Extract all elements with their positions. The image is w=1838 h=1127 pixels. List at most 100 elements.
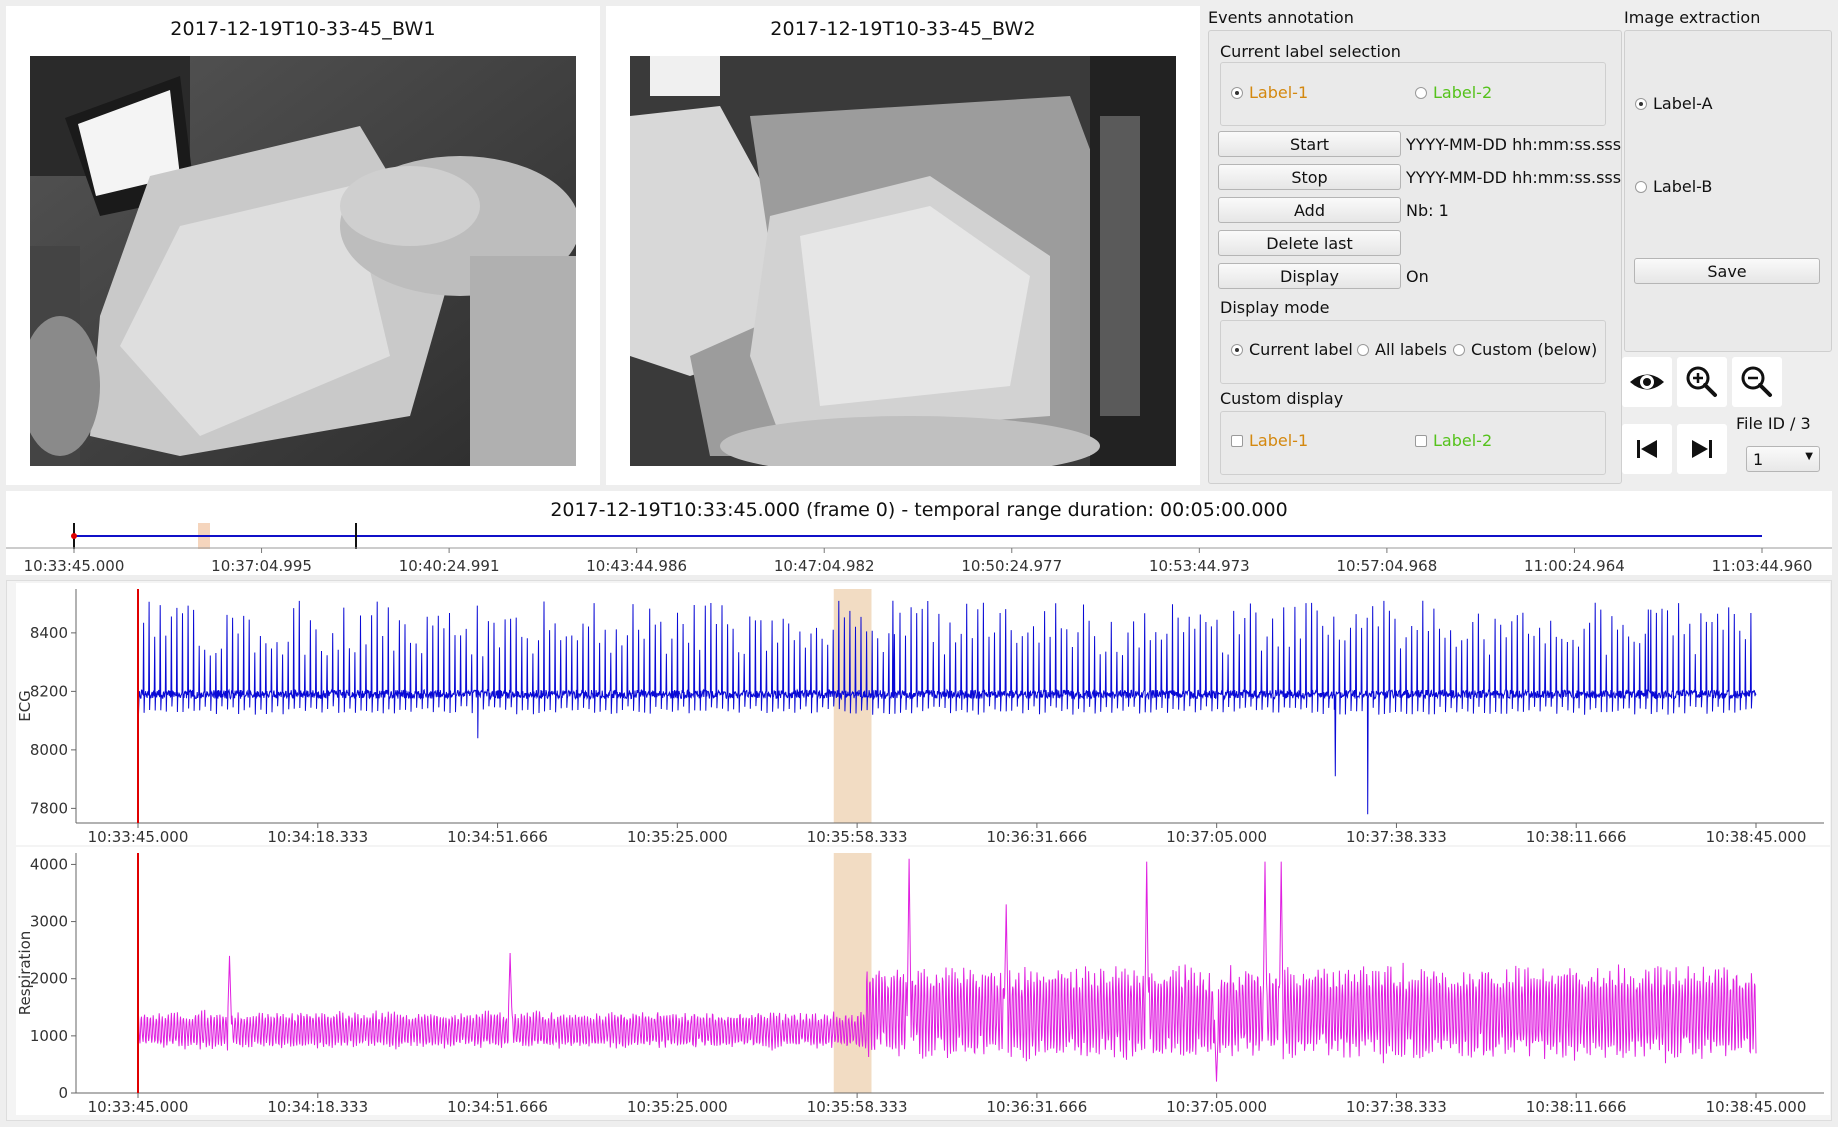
radio-label-2[interactable] <box>1415 87 1427 99</box>
y-tick-label: 8400 <box>30 624 68 642</box>
x-tick-label: 10:35:58.333 <box>807 828 908 845</box>
video-panel-bw1: 2017-12-19T10-33-45_BW1 <box>6 6 600 485</box>
x-tick-label: 10:36:31.666 <box>986 1098 1087 1115</box>
x-tick-label: 10:35:58.333 <box>807 1098 908 1115</box>
y-tick-label: 3000 <box>30 913 68 931</box>
file-id-value: 1 <box>1753 450 1764 469</box>
display-state: On <box>1406 267 1429 286</box>
display-mode-title: Display mode <box>1220 298 1330 317</box>
y-tick-label: 1000 <box>30 1027 68 1045</box>
delete-last-button[interactable]: Delete last <box>1218 230 1401 256</box>
stop-value: YYYY-MM-DD hh:mm:ss.sss <box>1406 168 1622 187</box>
chart-background <box>16 583 1830 845</box>
file-id-select[interactable]: 1 ▼ <box>1746 446 1820 472</box>
skip-forward-button[interactable] <box>1677 424 1727 474</box>
timeline-tick-label: 10:33:45.000 <box>24 557 125 575</box>
camera-image-bw1 <box>30 56 576 466</box>
x-tick-label: 10:34:51.666 <box>447 1098 548 1115</box>
radio-label-b-text: Label-B <box>1653 177 1713 196</box>
display-button[interactable]: Display <box>1218 263 1401 289</box>
skip-back-icon <box>1637 440 1657 458</box>
timeline-cursor[interactable] <box>71 533 77 539</box>
x-tick-label: 10:35:25.000 <box>627 828 728 845</box>
x-tick-label: 10:38:45.000 <box>1706 1098 1807 1115</box>
chevron-down-icon: ▼ <box>1805 451 1813 462</box>
timeline-tick-label: 10:57:04.968 <box>1336 557 1437 575</box>
timeline-tick-label: 11:00:24.964 <box>1524 557 1625 575</box>
camera-frame-bw1 <box>30 56 576 466</box>
radio-custom[interactable] <box>1453 344 1465 356</box>
y-axis-label: ECG <box>16 690 34 722</box>
radio-current-label-text: Current label <box>1249 340 1353 359</box>
y-axis-label: Respiration <box>16 931 34 1016</box>
x-tick-label: 10:33:45.000 <box>88 1098 189 1115</box>
x-tick-label: 10:37:05.000 <box>1166 828 1267 845</box>
custom-display-title: Custom display <box>1220 389 1344 408</box>
checkbox-label-2[interactable] <box>1415 435 1427 447</box>
file-id-label: File ID / 3 <box>1736 414 1811 433</box>
y-tick-label: 0 <box>58 1084 68 1102</box>
radio-current-label[interactable] <box>1231 344 1243 356</box>
timeline-tick-label: 10:50:24.977 <box>961 557 1062 575</box>
camera-image-bw2 <box>630 56 1176 466</box>
camera-frame-bw2 <box>630 56 1176 466</box>
x-tick-label: 10:36:31.666 <box>986 828 1087 845</box>
checkbox-label-1-text: Label-1 <box>1249 431 1309 450</box>
x-tick-label: 10:37:05.000 <box>1166 1098 1267 1115</box>
radio-all-labels-text: All labels <box>1375 340 1447 359</box>
save-button[interactable]: Save <box>1634 258 1820 284</box>
zoom-in-button[interactable] <box>1677 357 1727 407</box>
radio-label-b[interactable] <box>1635 181 1647 193</box>
video-title-bw1: 2017-12-19T10-33-45_BW1 <box>170 18 436 40</box>
x-tick-label: 10:38:11.666 <box>1526 1098 1627 1115</box>
x-tick-label: 10:34:51.666 <box>447 828 548 845</box>
x-tick-label: 10:35:25.000 <box>627 1098 728 1115</box>
x-tick-label: 10:38:45.000 <box>1706 828 1807 845</box>
y-tick-label: 8000 <box>30 741 68 759</box>
radio-label-2-text: Label-2 <box>1433 83 1493 102</box>
image-extraction-title: Image extraction <box>1624 8 1761 27</box>
ecg-chart[interactable]: 7800 8000 8200 8400 10:33:45.000 10:34:18.333… <box>16 583 1830 845</box>
eye-button[interactable] <box>1622 357 1672 407</box>
start-value: YYYY-MM-DD hh:mm:ss.sss <box>1406 135 1622 154</box>
x-tick-label: 10:34:18.333 <box>267 828 368 845</box>
add-button[interactable]: Add <box>1218 197 1401 223</box>
radio-label-1-text: Label-1 <box>1249 83 1309 102</box>
stop-button[interactable]: Stop <box>1218 164 1401 190</box>
timeline-tick-label: 10:53:44.973 <box>1149 557 1250 575</box>
respiration-chart[interactable]: 0 1000 2000 3000 4000 10:33:45.000 10:34:18.33… <box>16 847 1830 1115</box>
zoom-out-button[interactable] <box>1732 357 1782 407</box>
x-tick-label: 10:37:38.333 <box>1346 1098 1447 1115</box>
x-tick-label: 10:33:45.000 <box>88 828 189 845</box>
start-button[interactable]: Start <box>1218 131 1401 157</box>
timeline-tick-label: 10:40:24.991 <box>399 557 500 575</box>
zoom-in-icon <box>1686 366 1717 397</box>
radio-custom-text: Custom (below) <box>1471 340 1598 359</box>
y-tick-label: 4000 <box>30 855 68 873</box>
checkbox-label-1[interactable] <box>1231 435 1243 447</box>
timeline-panel: 2017-12-19T10:33:45.000 (frame 0) - temp… <box>6 491 1832 575</box>
radio-label-1[interactable] <box>1231 87 1243 99</box>
x-tick-label: 10:37:38.333 <box>1346 828 1447 845</box>
timeline-tick-label: 11:03:44.960 <box>1712 557 1813 575</box>
timeline-slider[interactable]: 10:33:45.000 10:37:04.995 10:40:24.991 10:4… <box>6 491 1832 575</box>
zoom-out-icon <box>1741 366 1772 397</box>
current-label-title: Current label selection <box>1220 42 1401 61</box>
timeline-ticks: 10:33:45.000 10:37:04.995 10:40:24.991 10:4… <box>24 548 1813 575</box>
timeline-tick-label: 10:43:44.986 <box>586 557 687 575</box>
events-annotation-title: Events annotation <box>1208 8 1354 27</box>
y-tick-label: 7800 <box>30 799 68 817</box>
event-highlight <box>833 853 872 1093</box>
skip-back-button[interactable] <box>1622 424 1672 474</box>
y-tick-label: 8200 <box>30 682 68 700</box>
radio-label-a[interactable] <box>1635 98 1647 110</box>
timeline-tick-label: 10:37:04.995 <box>211 557 312 575</box>
radio-all-labels[interactable] <box>1357 344 1369 356</box>
y-tick-label: 2000 <box>30 970 68 988</box>
add-count: Nb: 1 <box>1406 201 1449 220</box>
timeline-tick-label: 10:47:04.982 <box>774 557 875 575</box>
video-title-bw2: 2017-12-19T10-33-45_BW2 <box>770 18 1036 40</box>
eye-icon <box>1630 374 1664 390</box>
video-panel-bw2: 2017-12-19T10-33-45_BW2 <box>606 6 1200 485</box>
radio-label-a-text: Label-A <box>1653 94 1713 113</box>
